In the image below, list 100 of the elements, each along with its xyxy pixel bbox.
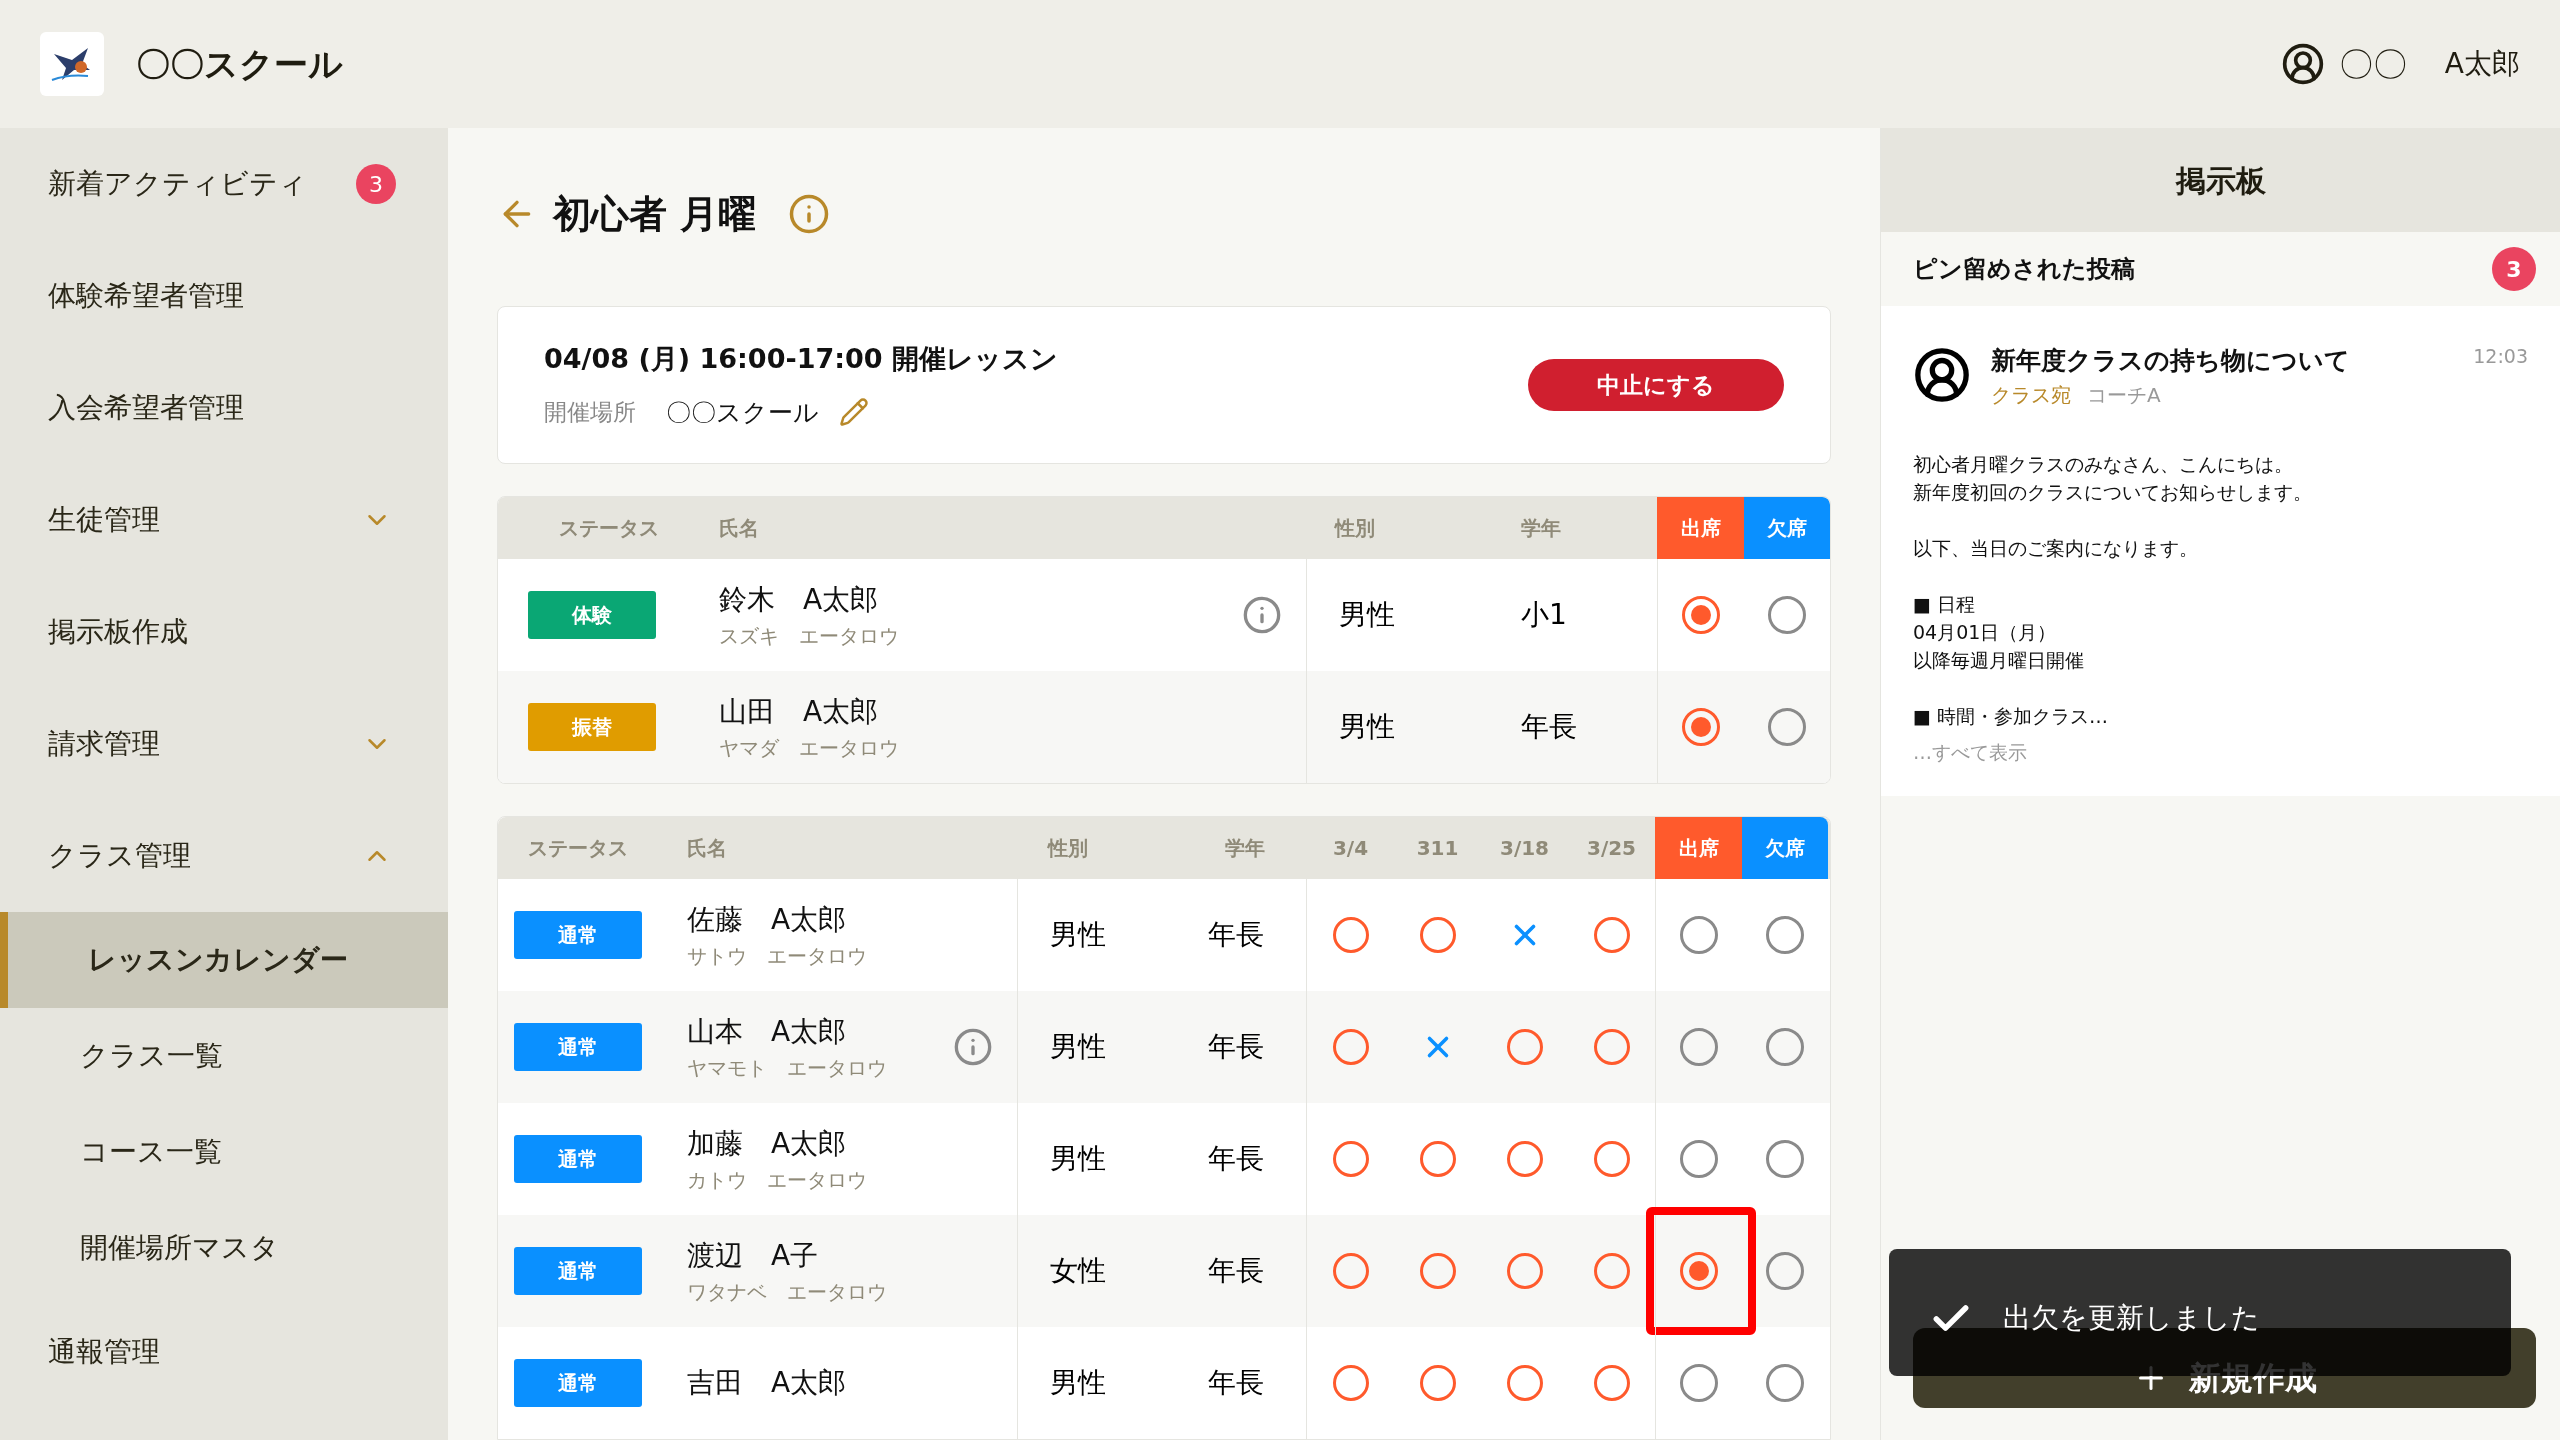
toast-message: 出欠を更新しました <box>2003 1300 2260 1336</box>
info-icon[interactable] <box>1242 595 1282 635</box>
column-header: 3/4 <box>1332 835 1369 862</box>
absent-column-header: 欠席 <box>1744 497 1830 559</box>
notification-badge: 3 <box>356 164 396 204</box>
sidebar-item[interactable]: クラス管理 <box>0 800 448 912</box>
page-title: 初心者 月曜 <box>553 190 757 238</box>
board-title: 掲示板 <box>2175 161 2266 200</box>
radio-button[interactable] <box>1768 708 1806 746</box>
column-header: ステータス <box>558 515 659 542</box>
post-title: 新年度クラスの持ち物について <box>1991 345 2351 377</box>
sidebar-item[interactable]: 請求管理 <box>0 688 448 800</box>
present-column-header: 出席 <box>1655 817 1742 879</box>
gender-cell: 男性 <box>1050 918 1106 951</box>
radio-button[interactable] <box>1680 1252 1718 1290</box>
grade-cell: 小1 <box>1521 598 1567 631</box>
post-paragraph: 以下、当日のご案内になります。 <box>1913 535 2199 561</box>
radio-button[interactable] <box>1682 708 1720 746</box>
student-kana: ヤマダ エータロウ <box>719 735 899 762</box>
grade-cell: 年長 <box>1521 710 1577 743</box>
sidebar-item[interactable]: 体験希望者管理 <box>0 240 448 352</box>
post-paragraph: ■ 時間・参加クラス… <box>1913 703 2109 729</box>
post-audience: クラス宛 <box>1991 381 2071 409</box>
student-name: 渡辺 A子 <box>687 1238 820 1274</box>
column-header: 311 <box>1416 835 1459 862</box>
student-name: 加藤 A太郎 <box>687 1126 848 1162</box>
location-name: 〇〇スクール <box>666 396 819 429</box>
column-header: 3/25 <box>1586 835 1637 862</box>
radio-button[interactable] <box>1680 916 1718 954</box>
gender-cell: 男性 <box>1339 710 1395 743</box>
radio-button[interactable] <box>1766 1364 1804 1402</box>
grade-cell-text: 年長 <box>1208 1365 1264 1401</box>
student-kana: ヤマモト エータロウ <box>687 1055 887 1082</box>
avatar-icon <box>1913 346 1971 404</box>
student-name: 吉田 A太郎 <box>687 1365 847 1401</box>
column-header: 3/18 <box>1499 835 1550 862</box>
student-kana: サトウ エータロウ <box>687 943 867 970</box>
sidebar-item[interactable]: 通報管理 <box>0 1296 448 1408</box>
column-header: 性別 <box>1335 515 1375 542</box>
present-column-header: 出席 <box>1657 497 1744 559</box>
post-card[interactable]: 新年度クラスの持ち物について クラス宛 コーチA 12:03 初心者月曜クラスのみなさん、こんにちは。 新年度初回のクラスについてお知らせします。 以下、当日のご案内になります。 ■ 日程 04月01日（月） 以降毎週月曜日開催 ■ 時間・参加クラス… …すべて表示 <box>1881 306 2560 796</box>
status-tag: 体験 <box>528 591 656 639</box>
cancel-lesson-button[interactable]: 中止にする <box>1528 359 1784 411</box>
student-kana: ワタナベ エータロウ <box>687 1279 887 1306</box>
grade-cell-text: 年長 <box>1208 1253 1264 1289</box>
radio-button[interactable] <box>1680 1140 1718 1178</box>
sidebar-item[interactable]: 掲示板作成 <box>0 576 448 688</box>
lesson-schedule: 04/08 (月) 16:00-17:00 開催レッスン <box>544 342 1058 376</box>
radio-button[interactable] <box>1766 1140 1804 1178</box>
status-tag: 通常 <box>514 1359 642 1407</box>
post-time: 12:03 <box>2473 344 2528 369</box>
gender-cell: 女性 <box>1050 1254 1106 1287</box>
gender-cell: 男性 <box>1050 1366 1106 1399</box>
radio-button[interactable] <box>1766 1028 1804 1066</box>
status-tag: 振替 <box>528 703 656 751</box>
post-paragraph: ■ 日程 04月01日（月） 以降毎週月曜日開催 <box>1913 591 2085 673</box>
radio-button[interactable] <box>1766 916 1804 954</box>
status-tag: 通常 <box>514 1135 642 1183</box>
info-icon[interactable] <box>953 1027 993 1067</box>
column-header: ステータス <box>528 835 628 862</box>
location-label: 開催場所 <box>544 398 636 427</box>
post-paragraph: 初心者月曜クラスのみなさん、こんにちは。 新年度初回のクラスについてお知らせします。 <box>1913 451 2313 505</box>
status-tag: 通常 <box>514 1247 642 1295</box>
sidebar-item[interactable]: クラス一覧 <box>0 1008 448 1104</box>
user-avatar-icon[interactable] <box>2280 42 2325 86</box>
grade-cell-text: 年長 <box>1208 917 1264 953</box>
sidebar-item[interactable]: 新着アクティビティ 3 <box>0 128 448 240</box>
gender-cell: 男性 <box>1050 1030 1106 1063</box>
edit-pencil-icon[interactable] <box>839 397 869 428</box>
radio-button[interactable] <box>1680 1364 1718 1402</box>
radio-button[interactable] <box>1768 596 1806 634</box>
status-tag: 通常 <box>514 911 642 959</box>
bird-logo-icon[interactable] <box>40 32 104 96</box>
user-name: A太郎 <box>2444 46 2520 82</box>
column-header: 学年 <box>1521 515 1561 542</box>
user-initials: 〇〇 <box>2338 42 2407 86</box>
student-kana: スズキ エータロウ <box>719 623 899 650</box>
radio-button[interactable] <box>1766 1252 1804 1290</box>
pinned-posts-label: ピン留めされた投稿 <box>1913 254 2135 285</box>
sidebar-item[interactable]: コース一覧 <box>0 1104 448 1200</box>
post-author: コーチA <box>2087 381 2161 409</box>
student-name: 山本 A太郎 <box>687 1014 848 1050</box>
sidebar-item[interactable]: 生徒管理 <box>0 464 448 576</box>
student-name: 山田 A太郎 <box>719 694 880 730</box>
sidebar-item[interactable]: 入会希望者管理 <box>0 352 448 464</box>
column-header: 氏名 <box>687 835 727 862</box>
gender-cell: 男性 <box>1050 1142 1106 1175</box>
radio-button[interactable] <box>1682 596 1720 634</box>
sidebar-item[interactable]: レッスンカレンダー <box>0 912 448 1008</box>
grade-cell-text: 年長 <box>1208 1029 1264 1065</box>
school-name: 〇〇スクール <box>136 42 343 86</box>
absent-column-header: 欠席 <box>1742 817 1828 879</box>
student-name: 佐藤 A太郎 <box>687 902 848 938</box>
column-header: 性別 <box>1048 835 1088 862</box>
radio-button[interactable] <box>1680 1028 1718 1066</box>
count-badge: 3 <box>2492 247 2536 291</box>
student-name: 鈴木 A太郎 <box>719 582 880 618</box>
student-kana: カトウ エータロウ <box>687 1167 867 1194</box>
info-icon[interactable] <box>788 193 831 235</box>
sidebar-item[interactable]: 開催場所マスタ <box>0 1200 448 1296</box>
